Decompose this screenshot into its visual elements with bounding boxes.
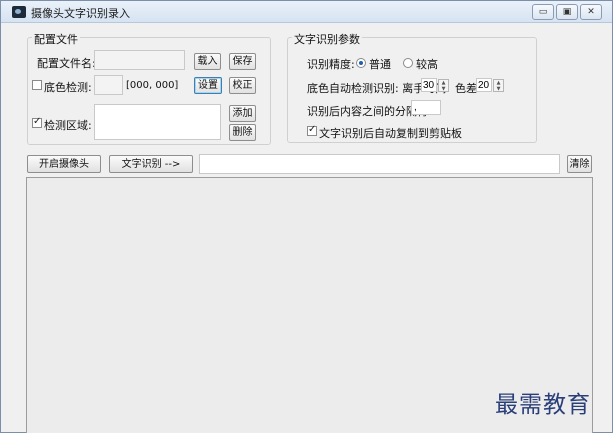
config-file-label: 配置文件名:	[37, 57, 96, 70]
detect-area-list[interactable]	[94, 104, 221, 140]
add-area-button[interactable]: 添加	[229, 105, 256, 122]
auto-copy-label: 文字识别后自动复制到剪贴板	[319, 127, 462, 140]
save-button[interactable]: 保存	[229, 53, 256, 70]
config-group-title: 配置文件	[32, 31, 80, 47]
color-diff-spinner[interactable]: ▲ ▼	[493, 79, 504, 92]
bg-detect-checkbox[interactable]	[32, 80, 42, 90]
hand-off-time-input[interactable]	[421, 78, 437, 92]
watermark-logo: 最需教育	[495, 392, 591, 418]
open-camera-button[interactable]: 开启摄像头	[27, 155, 101, 173]
detect-area-checkbox[interactable]	[32, 116, 42, 128]
set-button[interactable]: 设置	[194, 77, 222, 94]
accuracy-high-label: 较高	[416, 58, 438, 71]
window-title: 摄像头文字识别录入	[31, 7, 130, 20]
recognize-button[interactable]: 文字识别 -->	[109, 155, 193, 173]
color-diff-label: 色差	[455, 82, 477, 95]
accuracy-high-radio[interactable]	[403, 58, 413, 68]
delete-area-button[interactable]: 删除	[229, 124, 256, 141]
bg-detect-label: 底色检测:	[44, 81, 92, 94]
title-bar: 摄像头文字识别录入 ▭ ▣ ✕	[1, 1, 612, 23]
ocr-params-title: 文字识别参数	[292, 31, 362, 47]
detect-area-label: 检测区域:	[44, 119, 92, 132]
calibrate-button[interactable]: 校正	[229, 77, 256, 94]
bg-color-swatch	[94, 75, 123, 95]
bg-detect-coords: [000, 000]	[126, 80, 179, 91]
accuracy-label: 识别精度:	[307, 58, 355, 71]
close-button[interactable]: ✕	[580, 4, 602, 20]
config-file-input[interactable]	[94, 50, 185, 70]
accuracy-normal-radio[interactable]	[356, 58, 366, 68]
separator-input[interactable]	[411, 100, 441, 115]
clear-button[interactable]: 清除	[567, 155, 592, 173]
accuracy-normal-label: 普通	[369, 58, 391, 71]
minimize-button[interactable]: ▭	[532, 4, 554, 20]
maximize-button[interactable]: ▣	[556, 4, 578, 20]
color-diff-input[interactable]	[476, 78, 492, 92]
load-button[interactable]: 载入	[194, 53, 221, 70]
recognition-result-input[interactable]	[199, 154, 560, 174]
app-window: 摄像头文字识别录入 ▭ ▣ ✕ 配置文件 配置文件名: 载入 保存 底色检测: …	[0, 0, 613, 433]
auto-copy-checkbox[interactable]	[307, 124, 317, 136]
camera-app-icon	[12, 6, 26, 18]
hand-off-time-spinner[interactable]: ▲ ▼	[438, 79, 449, 92]
